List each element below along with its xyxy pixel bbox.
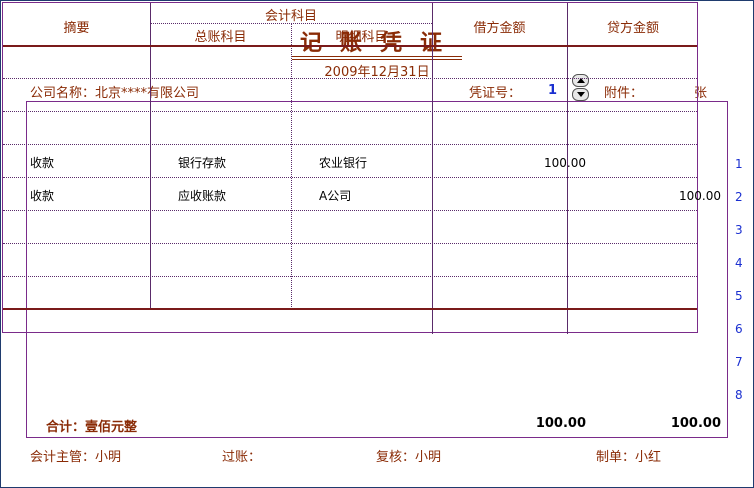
- cell-debit[interactable]: 100.00: [460, 156, 586, 170]
- total-credit: 100.00: [670, 416, 721, 431]
- row-number: 2: [735, 190, 743, 204]
- cell-general[interactable]: 银行存款: [178, 156, 314, 170]
- row-line: [3, 144, 697, 145]
- posting-label: 过账：: [222, 450, 262, 465]
- row-line: [3, 177, 697, 178]
- row-line: [3, 210, 697, 211]
- review-label: 复核：: [376, 450, 416, 465]
- cell-detail[interactable]: 农业银行: [319, 156, 455, 170]
- row-number: 6: [735, 322, 743, 336]
- row-line: [3, 243, 697, 244]
- row-number: 7: [735, 355, 743, 369]
- cell-summary[interactable]: 收款: [30, 156, 170, 170]
- total-line: [3, 308, 697, 310]
- reviewer-name: 小明: [415, 450, 442, 465]
- header-general-account: 总账科目: [194, 30, 247, 45]
- row-line: [3, 111, 697, 112]
- header-account-group: 会计科目: [264, 9, 317, 24]
- row-number: 1: [735, 157, 743, 171]
- footer-maker: 制单：小红: [596, 446, 661, 465]
- total-label: 合计：壹佰元整: [46, 420, 138, 435]
- header-summary: 摘要: [63, 21, 90, 36]
- cell-summary[interactable]: 收款: [30, 189, 170, 203]
- footer-posting: 过账：: [222, 446, 261, 465]
- row-line: [3, 78, 697, 79]
- header-debit: 借方金额: [473, 21, 526, 36]
- header-credit: 贷方金额: [606, 21, 659, 36]
- cell-general[interactable]: 应收账款: [178, 189, 314, 203]
- footer-review: 复核：小明: [376, 446, 441, 465]
- maker-name: 小红: [635, 450, 662, 465]
- col-line: [432, 309, 433, 334]
- header-detail-account: 明细科目: [335, 30, 388, 45]
- maker-label: 制单：: [596, 450, 636, 465]
- row-number: 8: [735, 388, 743, 402]
- row-number: 4: [735, 256, 743, 270]
- row-number: 3: [735, 223, 743, 237]
- row-line: [3, 276, 697, 277]
- cell-credit[interactable]: 100.00: [595, 189, 721, 203]
- header-line: [3, 45, 697, 47]
- total-debit: 100.00: [535, 416, 586, 431]
- footer-supervisor: 会计主管：小明: [30, 446, 121, 465]
- row-number: 5: [735, 289, 743, 303]
- supervisor-label: 会计主管：: [30, 450, 96, 465]
- cell-detail[interactable]: A公司: [319, 189, 455, 203]
- supervisor-name: 小明: [95, 450, 122, 465]
